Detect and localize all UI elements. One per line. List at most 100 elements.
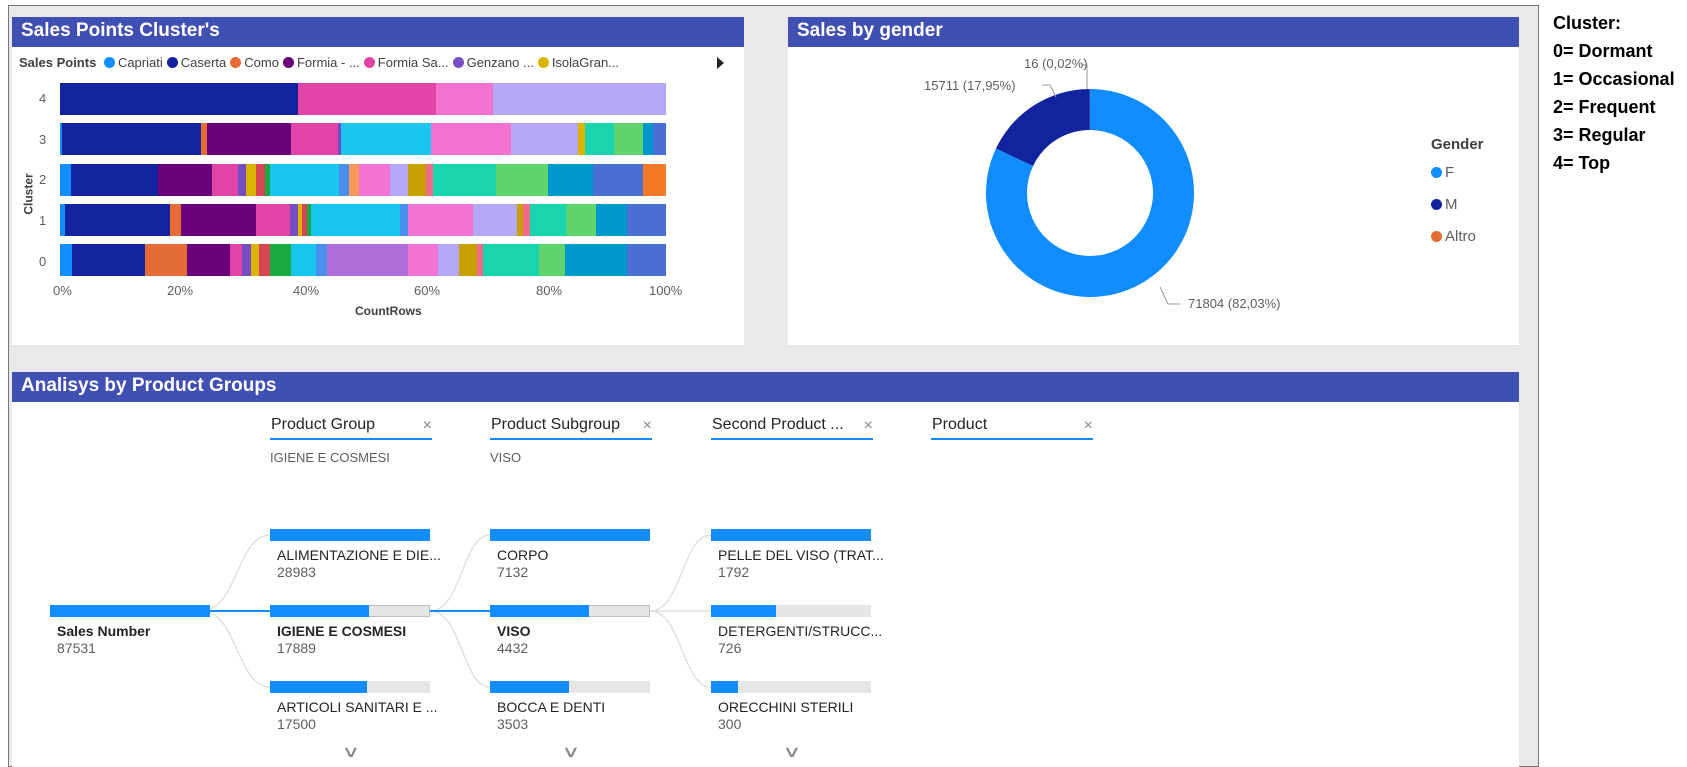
legend-dot-icon <box>537 57 549 68</box>
bar-segment-cluster-1[interactable] <box>310 204 401 236</box>
bar-segment-cluster-0[interactable] <box>187 244 231 276</box>
bar-segment-cluster-0[interactable] <box>538 244 566 276</box>
note-line: 4= Top <box>1553 153 1611 173</box>
bar-segment-cluster-2[interactable] <box>358 164 391 196</box>
gender-legend-f[interactable]: F <box>1431 164 1484 181</box>
legend-item[interactable]: Formia - ... <box>282 55 360 70</box>
node-label: BOCCA E DENTI <box>497 699 606 715</box>
legend-item[interactable]: Formia Sa... <box>363 55 449 70</box>
bar-segment-cluster-1[interactable] <box>180 204 257 236</box>
bar-segment-cluster-3[interactable] <box>62 123 202 155</box>
donut-slice-m[interactable] <box>995 89 1090 167</box>
bar-segment-cluster-3[interactable] <box>642 123 654 155</box>
bar-segment-cluster-3[interactable] <box>291 123 339 155</box>
chevron-down-icon[interactable]: ∨ <box>341 742 360 762</box>
y-axis-title: Cluster <box>21 173 36 215</box>
leader-line <box>1042 84 1057 98</box>
bar-segment-cluster-0[interactable] <box>230 244 243 276</box>
bar-segment-cluster-2[interactable] <box>338 164 350 196</box>
node-value: 87531 <box>57 640 96 656</box>
bar-segment-cluster-2[interactable] <box>390 164 409 196</box>
bar-segment-cluster-0[interactable] <box>290 244 317 276</box>
gender-legend-altro[interactable]: Altro <box>1431 228 1484 245</box>
decomposition-tree-panel[interactable]: Analisys by Product Groups Product Group… <box>12 372 1519 767</box>
bar-segment-cluster-1[interactable] <box>256 204 291 236</box>
bar-segment-cluster-1[interactable] <box>596 204 628 236</box>
bar-segment-cluster-0[interactable] <box>627 244 667 276</box>
bar-segment-cluster-2[interactable] <box>70 164 159 196</box>
bar-segment-cluster-2[interactable] <box>496 164 549 196</box>
note-line: 1= Occasional <box>1553 69 1675 89</box>
bar-segment-cluster-1[interactable] <box>566 204 597 236</box>
bar-segment-cluster-2[interactable] <box>157 164 212 196</box>
bar-segment-cluster-2[interactable] <box>349 164 360 196</box>
bar-segment-cluster-0[interactable] <box>407 244 439 276</box>
bar-segment-cluster-1[interactable] <box>170 204 182 236</box>
node-label: ARTICOLI SANITARI E ... <box>277 699 438 715</box>
gender-legend: Gender F M Altro <box>1431 136 1484 260</box>
chevron-down-icon[interactable]: ∨ <box>782 742 801 762</box>
bar-segment-cluster-2[interactable] <box>593 164 644 196</box>
bar-segment-cluster-3[interactable] <box>584 123 615 155</box>
bar-segment-cluster-2[interactable] <box>408 164 427 196</box>
chevron-down-icon[interactable]: ∨ <box>561 742 580 762</box>
node-bar <box>711 681 738 693</box>
legend-item[interactable]: Capriati <box>103 55 163 70</box>
legend-dot-icon <box>1431 167 1442 178</box>
bar-segment-cluster-4[interactable] <box>297 83 437 115</box>
bar-segment-cluster-0[interactable] <box>565 244 628 276</box>
legend-item[interactable]: Como <box>230 55 279 70</box>
bar-segment-cluster-2[interactable] <box>211 164 239 196</box>
note-line: 2= Frequent <box>1553 97 1656 117</box>
legend-item[interactable]: Genzano ... <box>452 55 534 70</box>
bar-segment-cluster-1[interactable] <box>530 204 567 236</box>
bar-segment-cluster-4[interactable] <box>60 83 299 115</box>
legend-item[interactable]: Caserta <box>166 55 226 70</box>
bar-segment-cluster-0[interactable] <box>145 244 188 276</box>
bar-segment-cluster-0[interactable] <box>459 244 478 276</box>
cluster-chart-title: Sales Points Cluster's <box>12 17 744 47</box>
legend-item[interactable]: IsolaGran... <box>537 55 619 70</box>
bar-segment-cluster-0[interactable] <box>258 244 271 276</box>
bar-segment-cluster-2[interactable] <box>246 164 257 196</box>
legend-next-arrow-icon[interactable] <box>717 57 724 69</box>
bar-segment-cluster-2[interactable] <box>433 164 497 196</box>
y-tick: 1 <box>39 213 47 228</box>
note-line: 3= Regular <box>1553 125 1646 145</box>
bar-segment-cluster-0[interactable] <box>438 244 460 276</box>
bar-segment-cluster-3[interactable] <box>614 123 644 155</box>
bar-segment-cluster-1[interactable] <box>626 204 667 236</box>
node-bar <box>490 681 569 693</box>
bar-segment-cluster-1[interactable] <box>407 204 474 236</box>
bar-segment-cluster-1[interactable] <box>472 204 518 236</box>
note-line: Cluster: <box>1553 13 1622 33</box>
bar-segment-cluster-3[interactable] <box>653 123 667 155</box>
node-value: 3503 <box>497 716 529 732</box>
legend-dot-icon <box>1431 231 1442 242</box>
bar-segment-cluster-4[interactable] <box>435 83 494 115</box>
bar-segment-cluster-0[interactable] <box>483 244 540 276</box>
cluster-chart-panel[interactable]: Sales Points Cluster's Sales Points Capr… <box>12 17 744 345</box>
x-tick: 100% <box>649 283 683 298</box>
bar-segment-cluster-2[interactable] <box>547 164 594 196</box>
bar-segment-cluster-2[interactable] <box>642 164 667 196</box>
gender-legend-m[interactable]: M <box>1431 196 1484 213</box>
gender-chart-panel[interactable]: Sales by gender 16 (0,02%) 15711 (17,95%… <box>788 17 1519 345</box>
bar-segment-cluster-3[interactable] <box>511 123 579 155</box>
bar-segment-cluster-0[interactable] <box>326 244 409 276</box>
gender-donut-chart[interactable] <box>788 17 1519 345</box>
bar-segment-cluster-3[interactable] <box>430 123 512 155</box>
bar-segment-cluster-1[interactable] <box>64 204 171 236</box>
bar-segment-cluster-0[interactable] <box>72 244 146 276</box>
bar-segment-cluster-4[interactable] <box>493 83 667 115</box>
bar-segment-cluster-3[interactable] <box>340 123 432 155</box>
bar-segment-cluster-0[interactable] <box>269 244 292 276</box>
node-label: IGIENE E COSMESI <box>277 623 407 639</box>
node-bar <box>270 529 430 541</box>
bar-segment-cluster-2[interactable] <box>270 164 340 196</box>
bar-segment-cluster-0[interactable] <box>60 244 73 276</box>
bar-segment-cluster-2[interactable] <box>255 164 266 196</box>
bar-segment-cluster-2[interactable] <box>60 164 72 196</box>
bar-segment-cluster-0[interactable] <box>315 244 327 276</box>
bar-segment-cluster-3[interactable] <box>206 123 292 155</box>
